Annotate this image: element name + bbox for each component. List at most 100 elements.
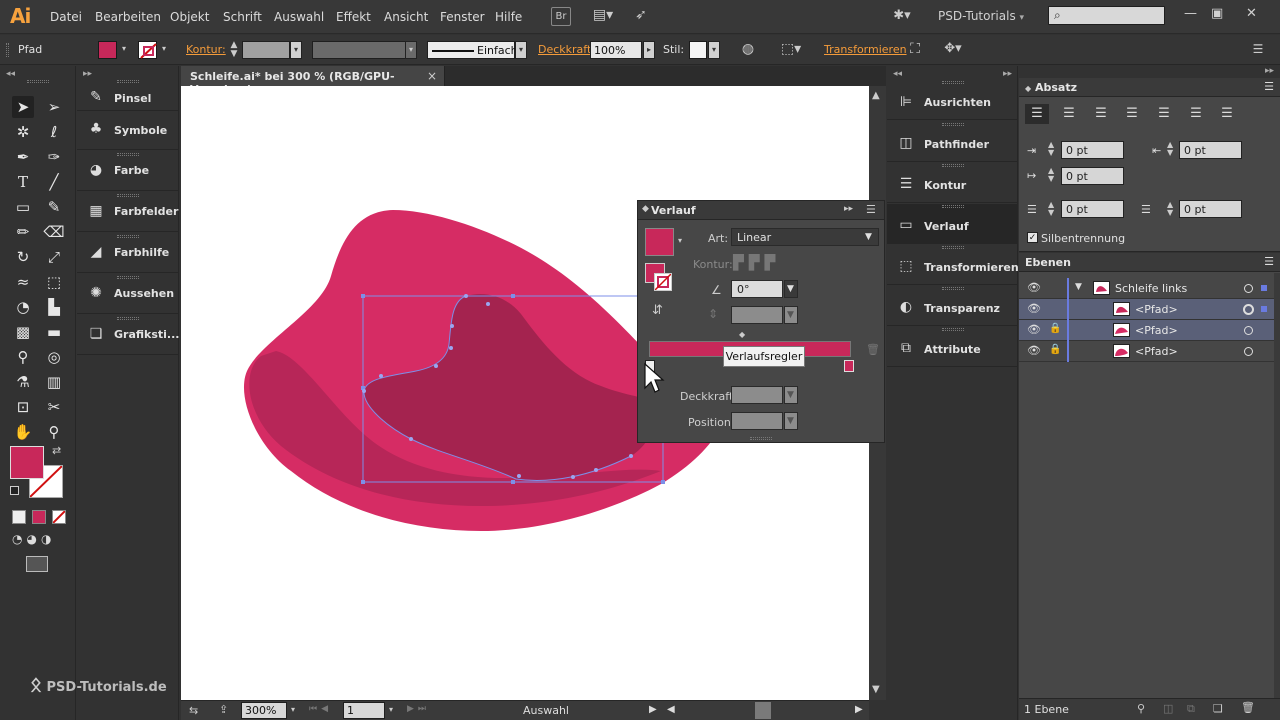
reverse-gradient-icon[interactable]: ⇵	[652, 303, 663, 318]
hscroll-thumb[interactable]	[755, 702, 771, 719]
justify-left-icon[interactable]: ☰	[1120, 104, 1144, 124]
dock-item-symbole[interactable]: ♣ Symbole	[77, 112, 179, 150]
menu-effekt[interactable]: Effekt	[336, 10, 371, 24]
menu-hilfe[interactable]: Hilfe	[495, 10, 522, 24]
expand-layer-icon[interactable]: ▼	[1075, 282, 1082, 292]
angle-dropdown[interactable]: ▼	[784, 280, 798, 298]
close-tab-icon[interactable]: ×	[427, 69, 437, 83]
target-circle-selected-icon[interactable]	[1243, 304, 1254, 315]
graphic-style-swatch[interactable]	[689, 41, 707, 59]
gradient-tool-icon[interactable]: ▬	[43, 321, 65, 343]
curvature-tool-icon[interactable]: ✑	[43, 146, 65, 168]
perspective-grid-icon[interactable]: ▙	[43, 296, 65, 318]
menu-auswahl[interactable]: Auswahl	[274, 10, 324, 24]
dock-item-attribute[interactable]: ⧉ Attribute	[887, 327, 1018, 367]
stroke-dropdown-icon[interactable]: ▾	[158, 41, 170, 59]
hyphenation-checkbox[interactable]: ✓	[1027, 232, 1038, 243]
pencil-icon[interactable]: ✏	[12, 221, 34, 243]
blend-tool-icon[interactable]: ◎	[43, 346, 65, 368]
new-layer-icon[interactable]: ❏	[1213, 702, 1223, 715]
direct-selection-tool-icon[interactable]: ➢	[43, 96, 65, 118]
stroke-weight-dropdown[interactable]: ▾	[290, 41, 302, 59]
dock-item-transparenz[interactable]: ◐ Transparenz	[887, 286, 1018, 326]
gradient-type-select[interactable]: Linear ▼	[731, 228, 879, 246]
mesh-tool-icon[interactable]: ▩	[12, 321, 34, 343]
artboard-dropdown-icon[interactable]: ▾	[385, 702, 397, 719]
expand-icon[interactable]: ▸▸	[1265, 66, 1274, 76]
transform-options-icon[interactable]: ✥▾	[935, 41, 971, 59]
close-window-icon[interactable]: ✕	[1246, 6, 1257, 21]
menu-fenster[interactable]: Fenster	[440, 10, 485, 24]
space-after-field[interactable]: 0 pt	[1179, 200, 1242, 218]
arrange-documents-icon[interactable]: ▤▾	[590, 7, 616, 26]
left-indent-field[interactable]: 0 pt	[1061, 141, 1124, 159]
artboard-number-field[interactable]: 1	[343, 702, 385, 719]
type-tool-icon[interactable]: T	[12, 171, 34, 193]
line-tool-icon[interactable]: ╱	[43, 171, 65, 193]
expand-right-panels-icon[interactable]: ▸▸	[1003, 69, 1012, 79]
fill-color-front[interactable]	[10, 446, 44, 479]
dock-item-pinsel[interactable]: ✎ Pinsel	[77, 84, 179, 111]
dock-item-grafikstile[interactable]: ❏ Grafiksti...	[77, 315, 179, 355]
menu-ansicht[interactable]: Ansicht	[384, 10, 428, 24]
dock-item-pathfinder[interactable]: ◫ Pathfinder	[887, 122, 1018, 162]
deckkraft-link[interactable]: Deckkraft:	[538, 43, 595, 56]
paragraph-panel-header[interactable]: ◆ Absatz ☰	[1019, 78, 1280, 97]
gradient-stroke-icon[interactable]	[654, 273, 672, 291]
sync-settings-icon[interactable]: ✱▾	[890, 7, 914, 26]
align-options-icon[interactable]: ⬚▾	[778, 41, 804, 59]
space-before-stepper[interactable]: ▲ ▼	[1048, 201, 1054, 217]
view-options-icon[interactable]: ⇆	[189, 704, 198, 717]
panel-collapse-icon[interactable]: ◆	[1025, 84, 1031, 93]
new-sublayer-icon[interactable]: ⧉	[1187, 702, 1195, 716]
lock-icon[interactable]: 🔒	[1049, 323, 1061, 334]
delete-layer-icon[interactable]: 🗑	[1241, 701, 1255, 714]
eyedropper-icon[interactable]: ⚲	[12, 346, 34, 368]
stop-position-dropdown[interactable]: ▼	[784, 412, 798, 430]
dock-item-kontur[interactable]: ☰ Kontur	[887, 163, 1018, 203]
align-center-icon[interactable]: ☰	[1057, 104, 1081, 124]
scroll-down-icon[interactable]: ▼	[872, 684, 880, 695]
panel-menu-icon[interactable]: ☰	[1264, 255, 1274, 268]
menu-datei[interactable]: Datei	[50, 10, 82, 24]
stroke-swatch[interactable]	[138, 41, 157, 59]
justify-center-icon[interactable]: ☰	[1152, 104, 1176, 124]
brush-dropdown[interactable]: ▾	[515, 41, 527, 59]
stroke-gradient-options[interactable]: ▛▛▛	[733, 255, 795, 273]
panel-menu-icon[interactable]: ☰	[1264, 80, 1274, 93]
make-clipping-mask-icon[interactable]: ◫	[1163, 702, 1173, 715]
angle-field[interactable]: 0°	[731, 280, 783, 298]
zoom-dropdown-icon[interactable]: ▾	[287, 702, 299, 719]
fill-swatch[interactable]	[98, 41, 117, 59]
dock-item-transformieren[interactable]: ⬚ Transformieren	[887, 245, 1019, 285]
first-line-indent-field[interactable]: 0 pt	[1061, 167, 1124, 185]
visibility-eye-icon[interactable]: 👁	[1027, 302, 1041, 315]
expand-right-panels-icon[interactable]: ◂◂	[893, 69, 902, 79]
lock-icon[interactable]: 🔒	[1049, 344, 1061, 355]
hscroll-right-icon[interactable]: ▶	[855, 704, 863, 715]
collapse-tools-icon[interactable]: ◂◂	[6, 69, 15, 79]
brush-definition-field[interactable]: Einfach	[427, 41, 518, 59]
share-icon[interactable]: ⇪	[219, 703, 228, 716]
dock-item-farbfelder[interactable]: ▦ Farbfelder	[77, 192, 179, 232]
search-field[interactable]: ⌕	[1048, 6, 1165, 25]
selection-indicator[interactable]	[1261, 285, 1267, 291]
kontur-link[interactable]: Kontur:	[186, 43, 226, 56]
gradient-mode-icon[interactable]	[32, 510, 46, 524]
justify-right-icon[interactable]: ☰	[1184, 104, 1208, 124]
layer-row[interactable]: 👁 ▼ Schleife links	[1019, 278, 1274, 299]
hscroll-left-icon[interactable]: ◀	[667, 704, 675, 715]
eraser-icon[interactable]: ⌫	[43, 221, 65, 243]
menu-objekt[interactable]: Objekt	[170, 10, 209, 24]
zoom-tool-icon[interactable]: ⚲	[43, 421, 65, 443]
recolor-artwork-icon[interactable]: ◍	[740, 41, 756, 59]
expand-panels-icon[interactable]: ▸▸	[83, 69, 92, 79]
visibility-eye-icon[interactable]: 👁	[1027, 344, 1041, 357]
sublayer-row[interactable]: 👁 <Pfad>	[1019, 299, 1274, 320]
dock-item-aussehen[interactable]: ✺ Aussehen	[77, 274, 179, 314]
align-left-icon[interactable]: ☰	[1025, 104, 1049, 124]
stop-opacity-field[interactable]	[731, 386, 783, 404]
selection-indicator[interactable]	[1261, 306, 1267, 312]
first-line-indent-stepper[interactable]: ▲ ▼	[1048, 167, 1054, 183]
justify-all-icon[interactable]: ☰	[1215, 104, 1239, 124]
